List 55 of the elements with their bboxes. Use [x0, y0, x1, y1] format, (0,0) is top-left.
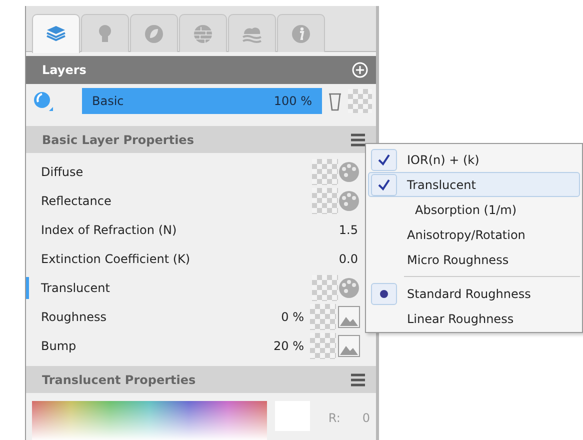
property-label: Translucent [41, 280, 111, 296]
menu-item[interactable]: Absorption (1/m) [368, 197, 580, 222]
tab[interactable] [81, 14, 129, 52]
property-label: Diffuse [41, 164, 84, 180]
check-icon [378, 178, 390, 190]
image-icon [338, 334, 360, 356]
property-label: Reflectance [41, 192, 112, 210]
layer-name: Basic [92, 93, 124, 110]
menu-item[interactable]: Linear Roughness [368, 306, 580, 331]
property-label: Extinction Coefficient (K) [41, 250, 192, 268]
layer-item[interactable]: Basic 100 % [82, 88, 322, 114]
material-icon [32, 90, 54, 112]
menu-item[interactable]: Standard Roughness [368, 281, 580, 306]
tab[interactable] [179, 14, 227, 52]
tab[interactable] [130, 14, 178, 52]
check-icon [378, 154, 390, 166]
section-title: Translucent Properties [42, 372, 196, 388]
texture-thumbnail [312, 188, 338, 214]
menu-item[interactable]: Anisotropy/Rotation [368, 222, 580, 247]
menu-item[interactable]: Translucent [368, 172, 580, 197]
info-icon [290, 22, 312, 44]
palette-icon [338, 188, 360, 212]
property-value: 1.5 [338, 222, 358, 238]
menu-icon[interactable] [350, 132, 366, 146]
add-icon[interactable] [352, 62, 368, 78]
section-title: Basic Layer Properties [42, 132, 194, 148]
property-label: Roughness [41, 308, 108, 326]
texture-thumbnail [310, 304, 336, 330]
layer-percent: 100 % [274, 93, 312, 110]
menu-item[interactable]: IOR(n) + (k) [368, 147, 580, 172]
brick-icon [192, 22, 214, 44]
section-title: Layers [42, 62, 86, 79]
texture-thumbnail [348, 89, 372, 113]
image-icon [338, 306, 360, 328]
tab[interactable] [277, 14, 325, 52]
texture-thumbnail [310, 332, 336, 358]
property-value: 0 % [281, 308, 304, 326]
tab[interactable] [32, 14, 80, 53]
channel-label: R: [328, 410, 340, 427]
tab[interactable] [228, 14, 276, 52]
menu-icon[interactable] [350, 372, 366, 386]
property-label: Bump [41, 338, 78, 354]
texture-thumbnail [312, 158, 338, 184]
color-spectrum[interactable] [32, 401, 267, 440]
palette-icon [338, 276, 360, 300]
palette-icon [338, 160, 360, 184]
property-value: 20 % [274, 338, 304, 354]
leaf-icon [143, 22, 165, 44]
property-value: 0.0 [338, 250, 358, 268]
channel-value: 0 [362, 410, 370, 427]
trash-icon [328, 91, 342, 111]
radio-dot-icon [379, 288, 389, 298]
property-label: Index of Refraction (N) [41, 222, 178, 238]
texture-thumbnail [312, 274, 338, 300]
menu-item[interactable]: Micro Roughness [368, 247, 580, 272]
